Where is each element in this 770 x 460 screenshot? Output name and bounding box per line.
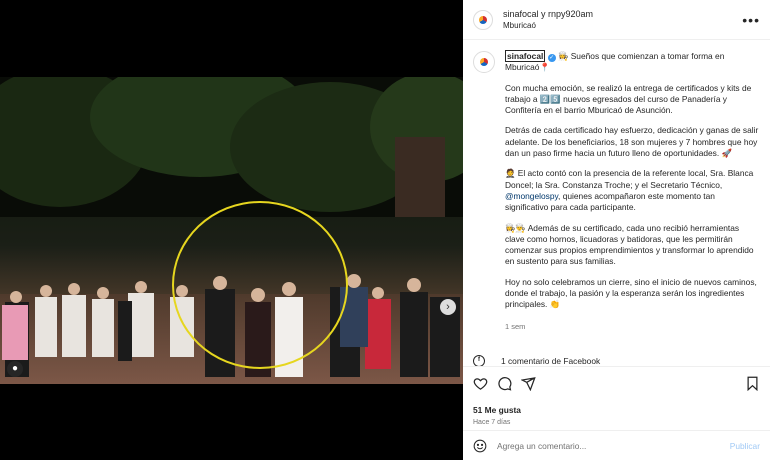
header-location[interactable]: Mburicaó [503, 21, 742, 30]
verified-icon: ✓ [547, 54, 556, 62]
mention-link[interactable]: @mongelospy [505, 191, 558, 201]
comment-input[interactable] [497, 440, 730, 451]
emoji-icon[interactable] [473, 439, 487, 453]
share-icon[interactable] [521, 376, 536, 391]
avatar[interactable] [473, 9, 493, 30]
carousel-next-button[interactable]: › [440, 299, 456, 315]
caption-paragraph-1: Con mucha emoción, se realizó la entrega… [505, 82, 752, 116]
post-comment-button[interactable]: Publicar [730, 441, 760, 451]
post-date[interactable]: Hace 7 días [473, 419, 760, 426]
caption-paragraph-5: Hoy no solo celebramos un cierre, sino e… [505, 276, 757, 310]
post-side-panel: sinafocal y rnpy920am Mburicaó ••• sinaf… [463, 0, 770, 460]
caption-p3-start: 🤵 El acto contó con la presencia de la r… [505, 168, 754, 190]
caption-paragraph-2: Detrás de cada certificado hay esfuerzo,… [505, 125, 759, 159]
facebook-comments-label: 1 comentario de Facebook [501, 356, 601, 366]
comment-icon[interactable] [497, 376, 512, 391]
caption-time: 1 sem [505, 321, 526, 331]
night-trees [0, 77, 463, 217]
bookmark-icon[interactable] [745, 376, 760, 391]
caption-paragraph-4: 👩‍🍳👨‍🍳 Además de su certificado, cada un… [505, 222, 754, 267]
highlight-circle [172, 201, 348, 369]
header-text: sinafocal y rnpy920am Mburicaó [503, 9, 742, 30]
caption-paragraph-3: 🤵 El acto contó con la presencia de la r… [505, 168, 760, 213]
heart-icon[interactable] [473, 376, 488, 391]
more-dots-icon[interactable]: ••• [742, 12, 760, 28]
caption-body: sinafocal ✓ 👩‍🍳 Sueños que comienzan a t… [505, 50, 760, 332]
caption-avatar[interactable] [473, 51, 495, 73]
caption-username[interactable]: sinafocal [505, 50, 546, 62]
caption: sinafocal ✓ 👩‍🍳 Sueños que comienzan a t… [463, 41, 770, 366]
header-title[interactable]: sinafocal y rnpy920am [503, 9, 742, 19]
comment-box: Publicar [463, 430, 770, 460]
post-actions: 51 Me gusta Hace 7 días [463, 366, 770, 426]
like-count[interactable]: 51 Me gusta [473, 405, 760, 415]
post-media: › ● [0, 0, 463, 460]
user-tag-icon[interactable]: ● [7, 361, 23, 377]
post-header: sinafocal y rnpy920am Mburicaó ••• [463, 0, 770, 40]
